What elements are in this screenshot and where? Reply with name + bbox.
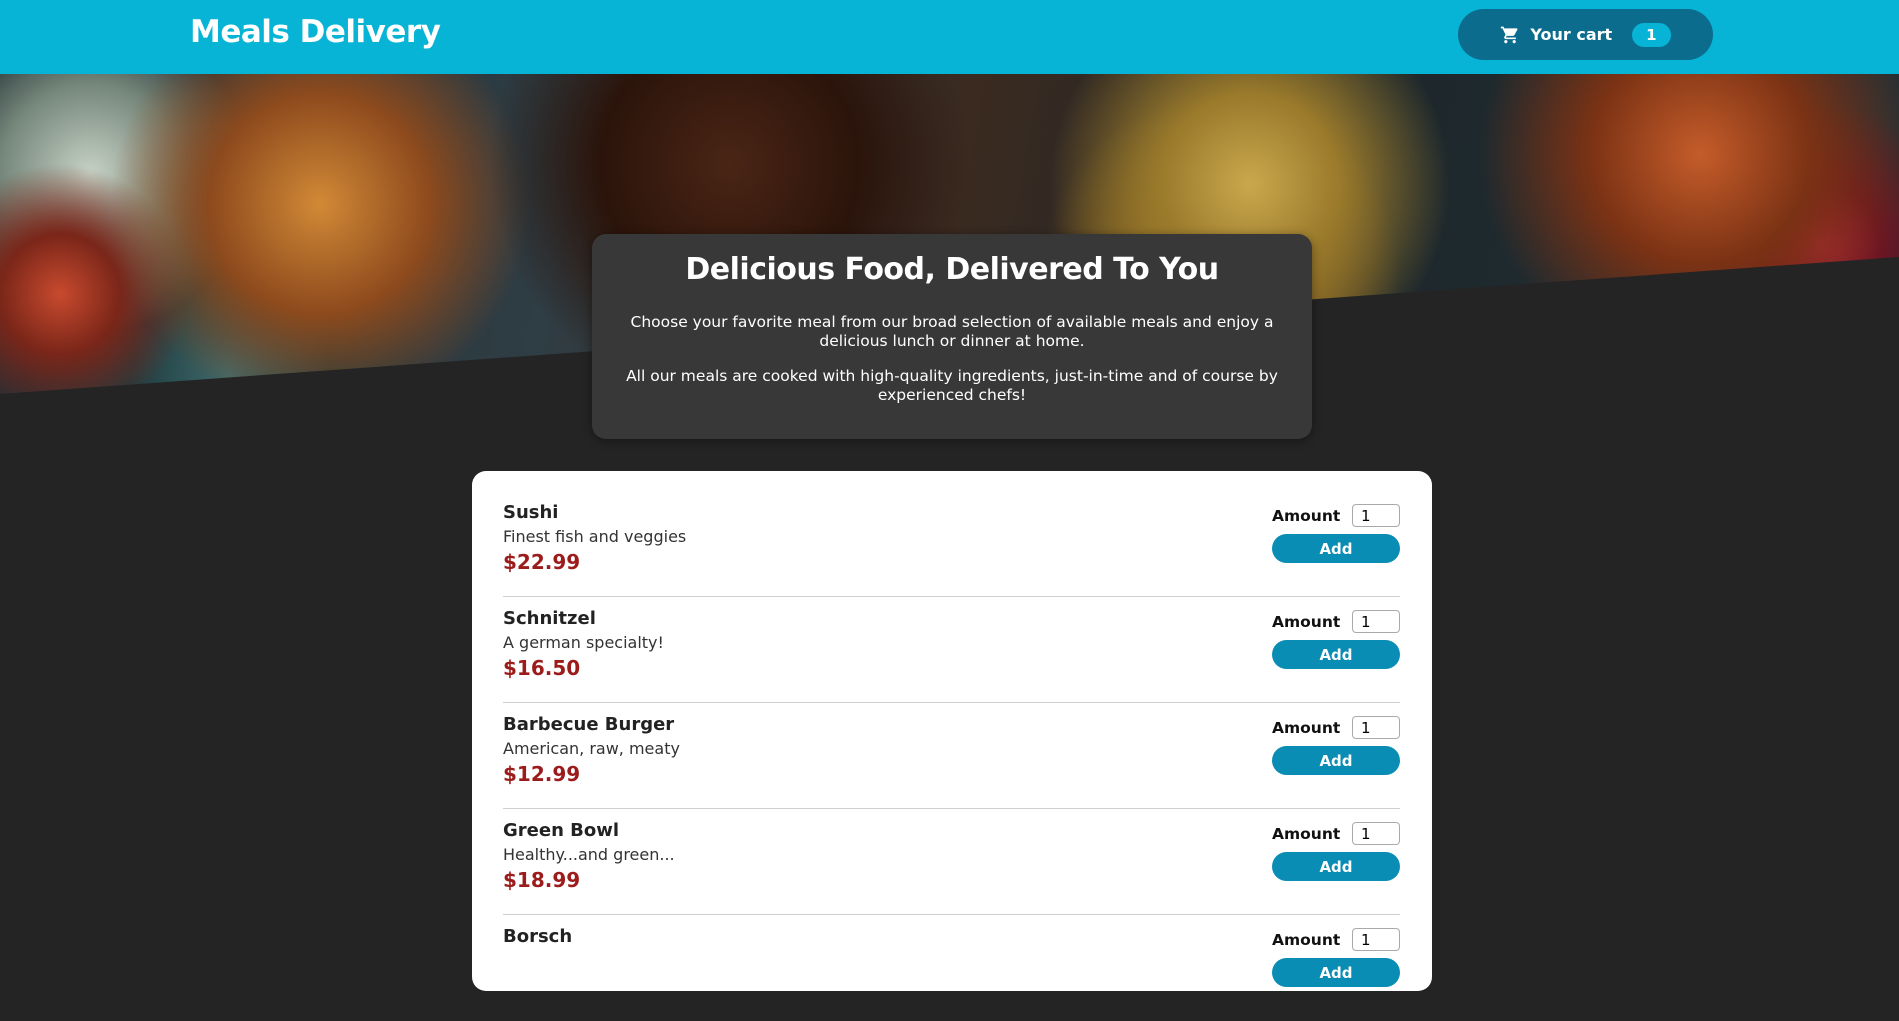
app-header: Meals Delivery Your cart 1 [0, 0, 1899, 74]
amount-label: Amount [1272, 824, 1341, 843]
meal-item: Borsch Amount Add [503, 915, 1400, 1021]
amount-input[interactable] [1352, 610, 1400, 633]
meal-info: Schnitzel A german specialty! $16.50 [503, 608, 1400, 680]
meal-info: Barbecue Burger American, raw, meaty $12… [503, 714, 1400, 786]
amount-row: Amount [1272, 928, 1400, 951]
amount-label: Amount [1272, 506, 1341, 525]
add-button[interactable]: Add [1272, 640, 1400, 669]
amount-row: Amount [1272, 504, 1400, 527]
summary-panel: Delicious Food, Delivered To You Choose … [592, 234, 1312, 439]
amount-row: Amount [1272, 716, 1400, 739]
meal-name: Barbecue Burger [503, 714, 675, 735]
meal-item: Sushi Finest fish and veggies $22.99 Amo… [503, 491, 1400, 597]
cart-button[interactable]: Your cart 1 [1458, 9, 1713, 60]
amount-input[interactable] [1352, 928, 1400, 951]
shopping-cart-icon [1500, 25, 1520, 45]
meal-name: Schnitzel [503, 608, 596, 629]
amount-row: Amount [1272, 822, 1400, 845]
meal-form: Amount Add [1272, 716, 1400, 775]
meal-form: Amount Add [1272, 610, 1400, 669]
meal-description: Finest fish and veggies [503, 527, 687, 546]
meal-price: $18.99 [503, 868, 581, 892]
meal-name: Borsch [503, 926, 573, 947]
meal-name: Sushi [503, 502, 559, 523]
meal-info: Green Bowl Healthy...and green... $18.99 [503, 820, 1400, 892]
meal-form: Amount Add [1272, 928, 1400, 987]
cart-label: Your cart [1530, 25, 1613, 44]
meals-list: Sushi Finest fish and veggies $22.99 Amo… [472, 471, 1432, 991]
meal-price: $12.99 [503, 762, 581, 786]
add-button[interactable]: Add [1272, 746, 1400, 775]
meal-description: American, raw, meaty [503, 739, 680, 758]
meal-item: Schnitzel A german specialty! $16.50 Amo… [503, 597, 1400, 703]
amount-input[interactable] [1352, 716, 1400, 739]
meal-price: $22.99 [503, 550, 581, 574]
meal-description: Healthy...and green... [503, 845, 675, 864]
amount-label: Amount [1272, 930, 1341, 949]
meal-info: Sushi Finest fish and veggies $22.99 [503, 502, 1400, 574]
meal-name: Green Bowl [503, 820, 620, 841]
meal-description: A german specialty! [503, 633, 664, 652]
meal-form: Amount Add [1272, 822, 1400, 881]
amount-input[interactable] [1352, 504, 1400, 527]
meal-price: $16.50 [503, 656, 581, 680]
meal-info: Borsch [503, 926, 1400, 947]
add-button[interactable]: Add [1272, 534, 1400, 563]
summary-heading: Delicious Food, Delivered To You [685, 252, 1219, 287]
meal-item: Barbecue Burger American, raw, meaty $12… [503, 703, 1400, 809]
amount-label: Amount [1272, 718, 1341, 737]
summary-text-1: Choose your favorite meal from our broad… [630, 313, 1274, 350]
summary-text-2: All our meals are cooked with high-quali… [626, 367, 1278, 404]
app-title: Meals Delivery [190, 14, 441, 50]
add-button[interactable]: Add [1272, 958, 1400, 987]
amount-label: Amount [1272, 612, 1341, 631]
cart-count-badge: 1 [1632, 22, 1671, 47]
meal-item: Green Bowl Healthy...and green... $18.99… [503, 809, 1400, 915]
add-button[interactable]: Add [1272, 852, 1400, 881]
meal-form: Amount Add [1272, 504, 1400, 563]
amount-row: Amount [1272, 610, 1400, 633]
amount-input[interactable] [1352, 822, 1400, 845]
